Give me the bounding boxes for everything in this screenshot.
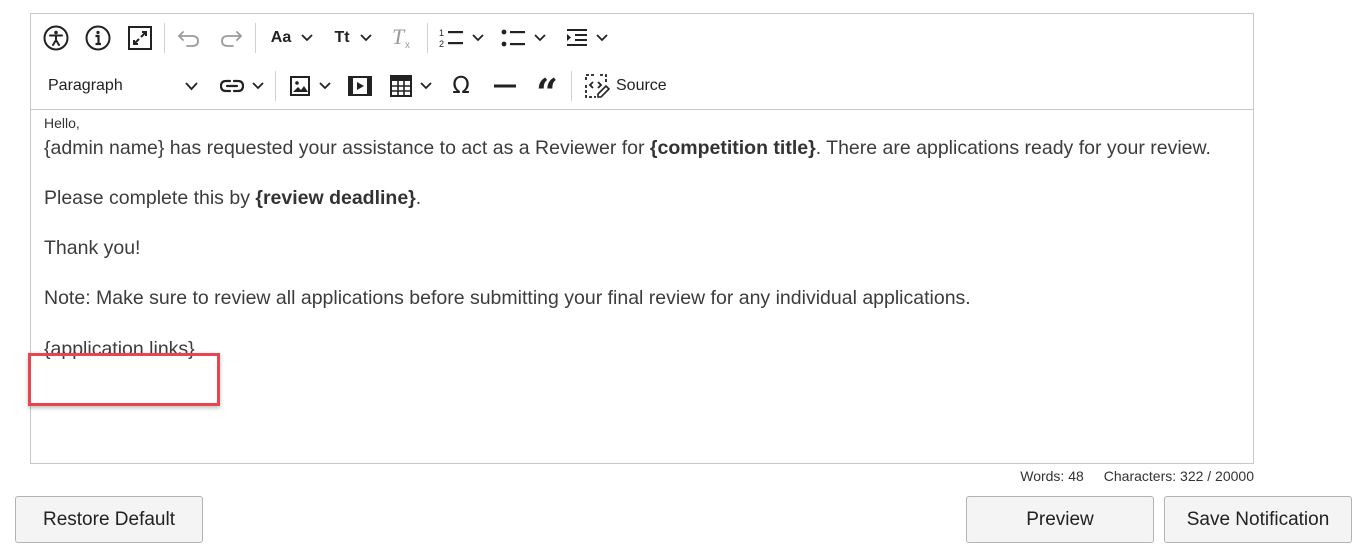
- remove-format-icon[interactable]: Tx: [386, 21, 420, 55]
- svg-text:T: T: [392, 26, 406, 49]
- review-deadline-placeholder: {review deadline}: [255, 187, 416, 209]
- greeting-text: Hello,: [44, 115, 80, 131]
- restore-default-button[interactable]: Restore Default: [15, 496, 203, 543]
- table-dropdown[interactable]: [386, 69, 436, 103]
- chevron-down-icon: [319, 82, 331, 90]
- toolbar-separator: [571, 71, 572, 101]
- chevron-down-icon: [359, 34, 372, 42]
- source-button[interactable]: Source: [584, 69, 674, 103]
- toolbar-separator: [164, 23, 165, 53]
- chevron-down-icon: [596, 34, 608, 42]
- bulleted-list-dropdown[interactable]: [495, 21, 551, 55]
- svg-text:1: 1: [439, 28, 444, 38]
- link-icon: [220, 79, 244, 93]
- redo-icon[interactable]: [214, 21, 248, 55]
- indent-icon: [567, 29, 587, 46]
- editor-stats: Words: 48 Characters: 322 / 20000: [1020, 468, 1254, 484]
- image-icon: [290, 76, 310, 96]
- font-size-icon: Tt: [334, 29, 350, 46]
- accessibility-icon[interactable]: [39, 21, 73, 55]
- chevron-down-icon: [252, 82, 264, 90]
- chevron-down-icon: [534, 34, 546, 42]
- table-icon: [390, 75, 412, 97]
- competition-title-placeholder: {competition title}: [649, 137, 816, 159]
- paragraph-deadline: Please complete this by {review deadline…: [44, 187, 422, 209]
- numbered-list-icon: 12: [439, 28, 463, 49]
- fullscreen-icon[interactable]: [123, 21, 157, 55]
- source-label: Source: [616, 77, 667, 94]
- preview-button[interactable]: Preview: [966, 496, 1154, 543]
- media-embed-icon[interactable]: [343, 69, 377, 103]
- link-dropdown[interactable]: [215, 69, 269, 103]
- highlight-annotation-box: [28, 353, 220, 406]
- word-count: Words: 48: [1020, 468, 1084, 484]
- numbered-list-dropdown[interactable]: 12: [433, 21, 489, 55]
- chevron-down-icon: [472, 34, 484, 42]
- font-family-icon: Aa: [270, 29, 292, 46]
- info-icon[interactable]: [81, 21, 115, 55]
- chevron-down-icon: [301, 34, 313, 42]
- paragraph-thanks: Thank you!: [44, 237, 141, 259]
- indent-dropdown[interactable]: [559, 21, 615, 55]
- image-dropdown[interactable]: [283, 69, 337, 103]
- editor-content[interactable]: Hello, {admin name} has requested your a…: [44, 114, 1239, 364]
- application-links-placeholder: {application links}: [44, 338, 195, 360]
- svg-text:2: 2: [439, 39, 444, 49]
- save-notification-button[interactable]: Save Notification: [1164, 496, 1352, 543]
- paragraph-note: Note: Make sure to review all applicatio…: [44, 287, 971, 309]
- paragraph-format-dropdown[interactable]: Paragraph: [35, 69, 205, 103]
- source-icon: [585, 74, 610, 98]
- undo-icon[interactable]: [172, 21, 206, 55]
- horizontal-line-icon[interactable]: [488, 69, 522, 103]
- special-characters-icon[interactable]: Ω: [444, 69, 478, 103]
- chevron-down-icon: [185, 82, 198, 91]
- editor-toolbar: Aa Tt Tx 12 Paragraph Ω “ Source: [31, 14, 1253, 112]
- toolbar-separator: [275, 71, 276, 101]
- paragraph-request: {admin name} has requested your assistan…: [44, 137, 1211, 159]
- font-size-dropdown[interactable]: Tt: [328, 21, 378, 55]
- paragraph-format-label: Paragraph: [48, 77, 123, 94]
- character-count: Characters: 322 / 20000: [1103, 468, 1254, 484]
- bulleted-list-icon: [501, 29, 525, 47]
- svg-text:x: x: [405, 40, 410, 50]
- font-family-dropdown[interactable]: Aa: [264, 21, 320, 55]
- toolbar-separator: [255, 23, 256, 53]
- block-quote-icon[interactable]: “: [530, 69, 564, 112]
- chevron-down-icon: [420, 82, 432, 90]
- toolbar-separator: [427, 23, 428, 53]
